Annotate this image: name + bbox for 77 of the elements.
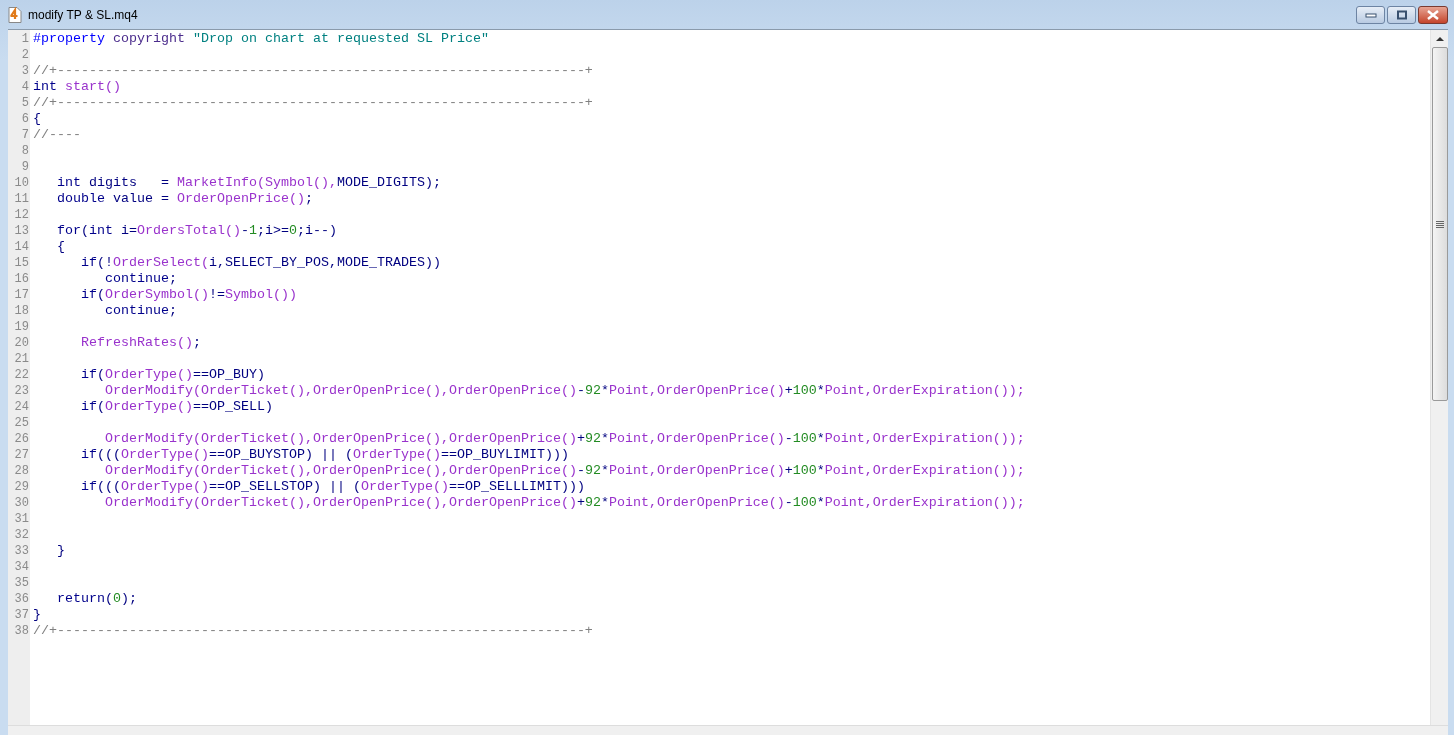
code-line: OrderModify(OrderTicket(),OrderOpenPrice(),OrderOpenPrice()-92*Point,OrderOpenPrice()+100*Point,OrderExpiration()); [103,463,1025,478]
scrollbar-thumb[interactable] [1431,47,1448,401]
line-number: 23 [13,383,30,399]
code-line: for(int i=OrdersTotal()-1;i>=0;i--) [56,223,337,238]
code-line: if(OrderSymbol()!=Symbol()) [80,287,297,302]
line-number: 3 [20,63,30,79]
code-line: continue; [103,303,177,318]
line-number: 19 [13,319,30,335]
code-line: int digits = MarketInfo(Symbol(),MODE_DIGITS); [56,175,441,190]
code-line: { [33,111,41,126]
grip-icon [1435,220,1444,228]
line-number: 29 [13,479,30,495]
line-number: 30 [13,495,30,511]
code-line: } [56,543,65,558]
code-line: int start() [33,79,121,94]
line-number: 34 [13,559,30,575]
line-number: 9 [20,159,30,175]
line-number: 32 [13,527,30,543]
close-icon [1426,9,1440,20]
code-line: if(OrderType()==OP_SELL) [80,399,273,414]
window-title: modify TP & SL.mq4 [28,7,138,22]
line-number: 22 [13,367,30,383]
line-number: 13 [13,223,30,239]
line-number: 17 [13,287,30,303]
vertical-scrollbar[interactable] [1430,30,1448,725]
close-button[interactable] [1418,5,1448,24]
line-number: 1 [20,31,30,47]
line-number: 5 [20,95,30,111]
line-number: 35 [13,575,30,591]
line-number: 27 [13,447,30,463]
line-number: 6 [20,111,30,127]
line-number: 14 [13,239,30,255]
code-line: if(((OrderType()==OP_SELLSTOP) || (OrderType()==OP_SELLLIMIT))) [80,479,585,494]
line-number: 10 [13,175,30,191]
line-number: 15 [13,255,30,271]
code-line: //+------------------------------------------------------------------+ [33,95,593,110]
code-line: #property copyright "Drop on chart at requested SL Price" [33,31,489,46]
line-number: 8 [20,143,30,159]
document-icon [8,6,22,23]
line-number: 25 [13,415,30,431]
code-line: { [56,239,65,254]
line-number: 16 [13,271,30,287]
line-number: 11 [13,191,30,207]
code-line: double value = OrderOpenPrice(); [56,191,313,206]
line-number: 12 [13,207,30,223]
code-line: //+------------------------------------------------------------------+ [33,63,593,78]
line-number: 28 [13,463,30,479]
minimize-button[interactable] [1356,5,1385,24]
line-number: 31 [13,511,30,527]
line-number: 24 [13,399,30,415]
code-line: //+------------------------------------------------------------------+ [33,623,593,638]
code-line: //---- [33,127,81,142]
code-line: continue; [103,271,177,286]
line-number: 7 [20,127,30,143]
code-line: OrderModify(OrderTicket(),OrderOpenPrice(),OrderOpenPrice()+92*Point,OrderOpenPrice()-100*Point,OrderExpiration()); [103,495,1025,510]
code-line: } [33,607,41,622]
code-line: if(OrderType()==OP_BUY) [80,367,265,382]
line-number: 20 [13,335,30,351]
line-number: 21 [13,351,30,367]
code-line: if(!OrderSelect(i,SELECT_BY_POS,MODE_TRADES)) [80,255,441,270]
line-number: 26 [13,431,30,447]
line-number: 37 [13,607,30,623]
line-number: 36 [13,591,30,607]
code-line: OrderModify(OrderTicket(),OrderOpenPrice(),OrderOpenPrice()+92*Point,OrderOpenPrice()-100*Point,OrderExpiration()); [103,431,1025,446]
line-number: 2 [20,47,30,63]
code-line: return(0); [56,591,137,606]
horizontal-scrollbar[interactable] [8,725,1448,735]
line-number: 18 [13,303,30,319]
code-line: OrderModify(OrderTicket(),OrderOpenPrice(),OrderOpenPrice()-92*Point,OrderOpenPrice()+100*Point,OrderExpiration()); [103,383,1025,398]
line-number: 38 [13,623,30,639]
code-line: if(((OrderType()==OP_BUYSTOP) || (OrderType()==OP_BUYLIMIT))) [80,447,569,462]
minimize-icon [1364,11,1377,18]
maximize-button[interactable] [1387,5,1416,24]
maximize-icon [1395,9,1408,20]
code-line: RefreshRates(); [80,335,201,350]
line-number: 4 [20,79,30,95]
line-number: 33 [13,543,30,559]
